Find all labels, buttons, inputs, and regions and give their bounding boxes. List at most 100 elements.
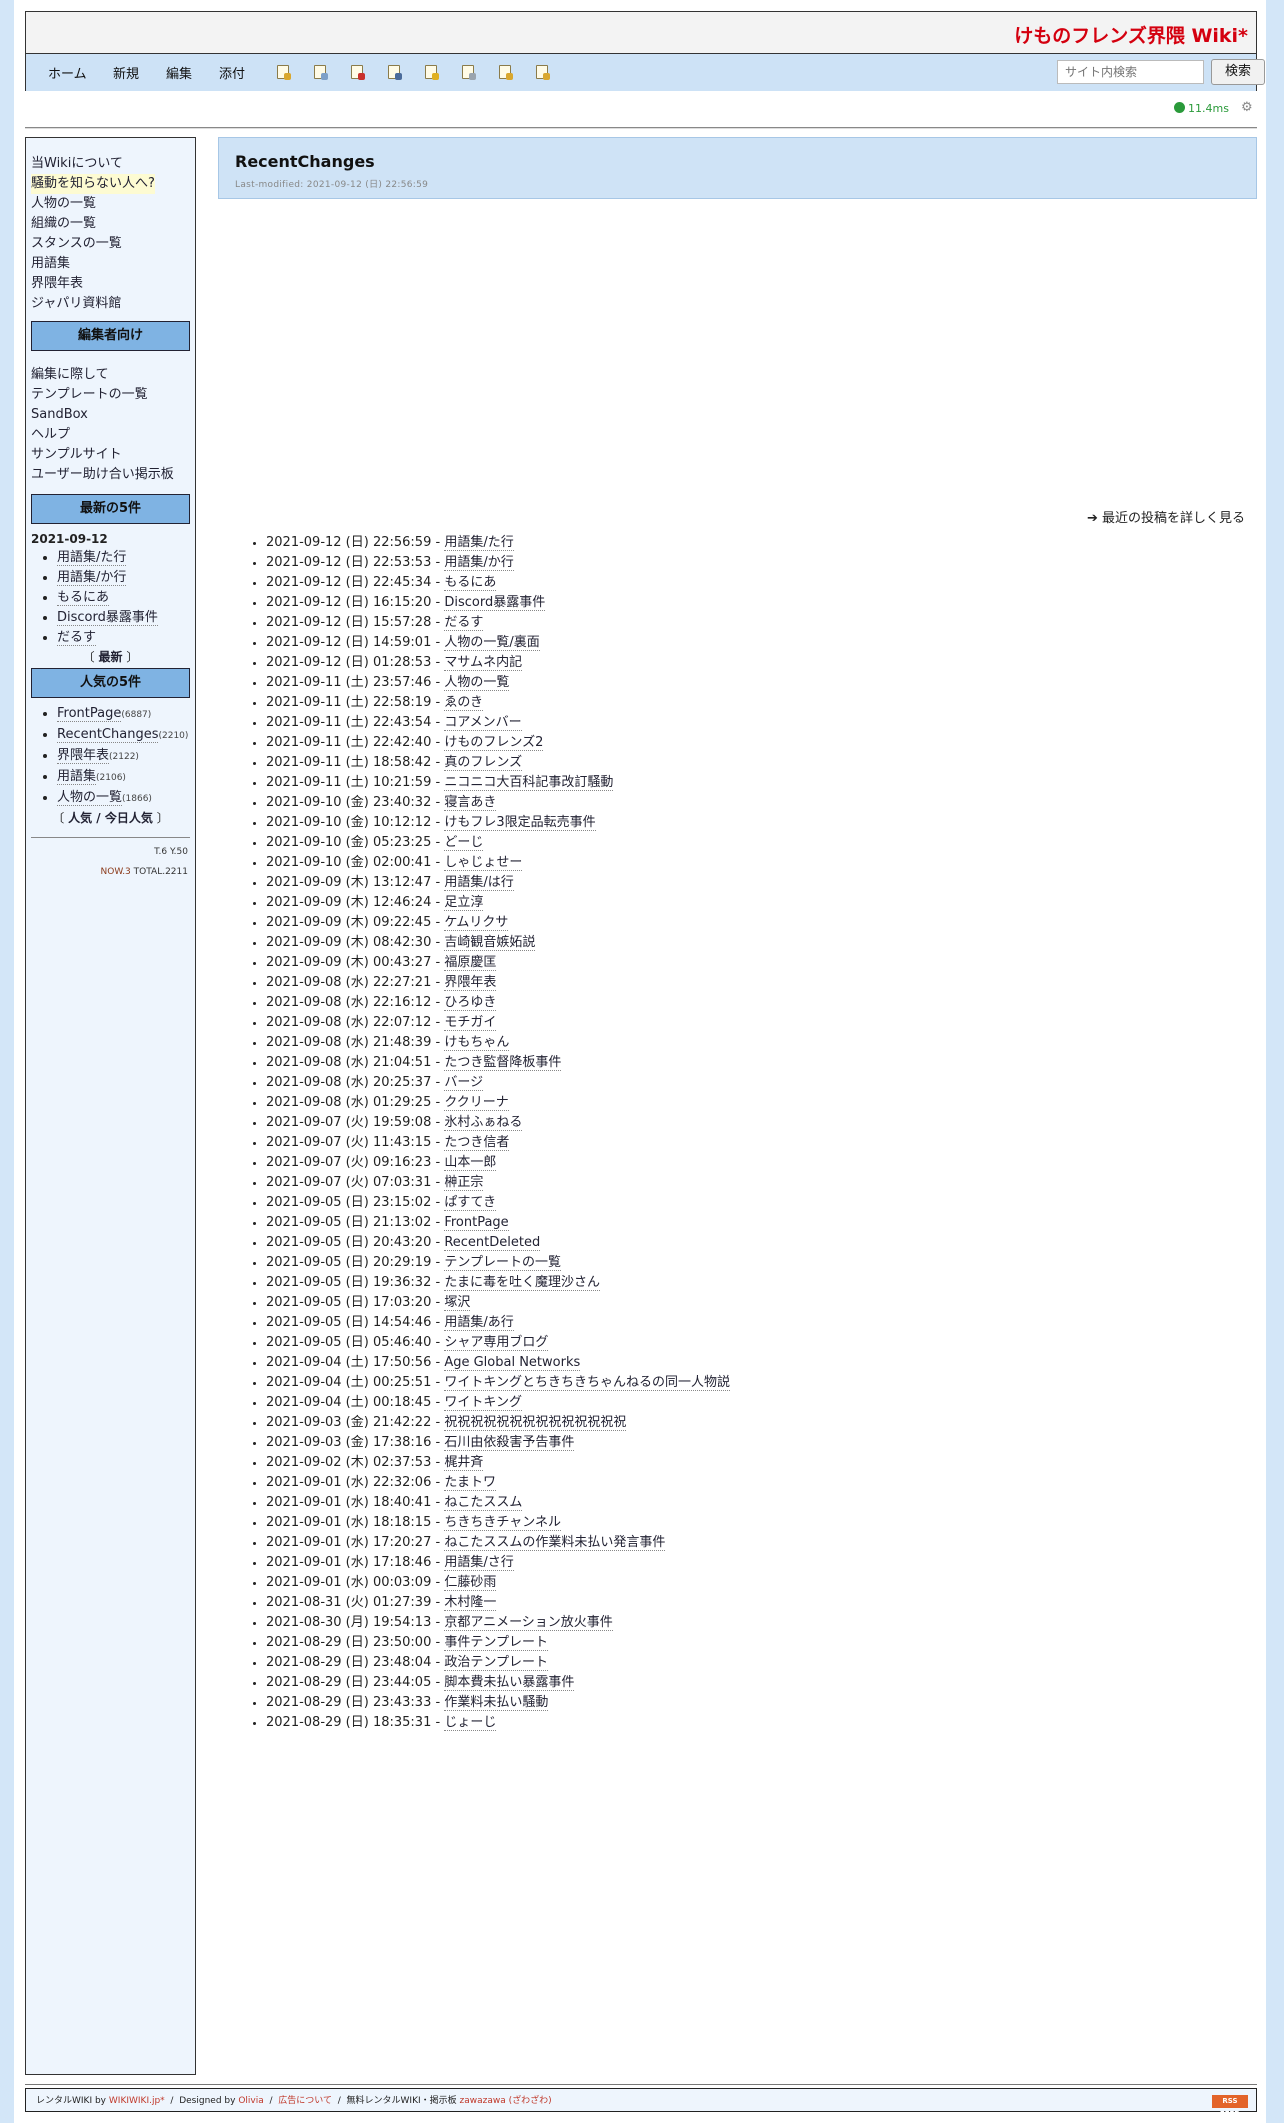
change-page-link[interactable]: 木村隆一 <box>444 1595 497 1611</box>
change-page-link[interactable]: たつき信者 <box>444 1135 510 1151</box>
change-page-link[interactable]: 榊正宗 <box>444 1175 484 1191</box>
recent-link[interactable]: 用語集/た行 <box>57 550 127 566</box>
list-icon[interactable] <box>462 65 476 80</box>
change-page-link[interactable]: ちきちきチャンネル <box>444 1515 561 1531</box>
change-page-link[interactable]: 京都アニメーション放火事件 <box>444 1615 613 1631</box>
help-page-icon[interactable] <box>536 65 550 80</box>
footer-ads-link[interactable]: 広告について <box>278 2096 332 2106</box>
sidebar-link-about[interactable]: 当Wikiについて <box>31 154 190 174</box>
change-page-link[interactable]: もるにあ <box>444 575 497 591</box>
recent-link[interactable]: だるす <box>57 630 97 646</box>
change-page-link[interactable]: RecentDeleted <box>444 1235 541 1251</box>
change-page-link[interactable]: モチガイ <box>444 1015 497 1031</box>
change-page-link[interactable]: 人物の一覧 <box>444 675 510 691</box>
footer-board-link[interactable]: zawazawa <box>460 2096 506 2106</box>
popular-link[interactable]: RecentChanges <box>57 727 159 743</box>
popular-link[interactable]: 界隈年表 <box>57 748 110 764</box>
change-page-link[interactable]: 作業料未払い騒動 <box>444 1695 549 1711</box>
new-page-icon[interactable] <box>277 65 291 80</box>
search-button[interactable]: 検索 <box>1211 59 1265 85</box>
backup-icon[interactable] <box>388 65 402 80</box>
sidebar-link-editing[interactable]: 編集に際して <box>31 365 190 385</box>
sidebar-link-templates[interactable]: テンプレートの一覧 <box>31 385 190 405</box>
sidebar-link-help[interactable]: ヘルプ <box>31 425 190 445</box>
change-page-link[interactable]: FrontPage <box>444 1215 509 1231</box>
change-page-link[interactable]: どーじ <box>444 835 484 851</box>
diff-icon[interactable] <box>351 65 365 80</box>
change-page-link[interactable]: 人物の一覧/裏面 <box>444 635 540 651</box>
recent-more-link[interactable]: 最新 <box>98 650 122 664</box>
change-page-link[interactable]: 政治テンプレート <box>444 1655 548 1671</box>
popular-more-link[interactable]: 人気 / 今日人気 <box>68 811 153 825</box>
change-page-link[interactable]: しゃじょせー <box>444 855 523 871</box>
sidebar-link-people[interactable]: 人物の一覧 <box>31 194 190 214</box>
change-page-link[interactable]: たまに毒を吐く魔理沙さん <box>444 1275 600 1291</box>
popular-link[interactable]: 用語集 <box>57 769 97 785</box>
change-page-link[interactable]: じょーじ <box>444 1715 497 1731</box>
change-page-link[interactable]: 塚沢 <box>444 1295 471 1311</box>
change-page-link[interactable]: 界隈年表 <box>444 975 497 991</box>
change-page-link[interactable]: 仁藤砂雨 <box>444 1575 497 1591</box>
change-page-link[interactable]: 脚本費未払い暴露事件 <box>444 1675 575 1691</box>
change-page-link[interactable]: けものフレンズ2 <box>444 735 544 751</box>
search-page-icon[interactable] <box>499 65 513 80</box>
change-page-link[interactable]: 氷村ふぁねる <box>444 1115 523 1131</box>
recent-link[interactable]: もるにあ <box>57 590 110 606</box>
change-page-link[interactable]: Age Global Networks <box>444 1355 581 1371</box>
change-page-link[interactable]: 事件テンプレート <box>444 1635 548 1651</box>
change-page-link[interactable]: 用語集/さ行 <box>444 1555 514 1571</box>
change-page-link[interactable]: 用語集/あ行 <box>444 1315 514 1331</box>
change-page-link[interactable]: ひろゆき <box>444 995 497 1011</box>
change-page-link[interactable]: マサムネ内記 <box>444 655 523 671</box>
change-page-link[interactable]: ねこたススムの作業料未払い発言事件 <box>444 1535 666 1551</box>
change-page-link[interactable]: ねこたススム <box>444 1495 523 1511</box>
menu-new[interactable]: 新規 <box>113 63 139 82</box>
menu-home[interactable]: ホーム <box>48 63 87 82</box>
popular-link[interactable]: FrontPage <box>57 706 122 722</box>
change-page-link[interactable]: けもフレ3限定品転売事件 <box>444 815 596 831</box>
popular-link[interactable]: 人物の一覧 <box>57 790 123 806</box>
site-title-link[interactable]: けものフレンズ界隈 Wiki* <box>1014 25 1248 47</box>
change-page-link[interactable]: 山本一郎 <box>444 1155 497 1171</box>
sidebar-link-timeline[interactable]: 界隈年表 <box>31 274 190 294</box>
change-page-link[interactable]: バージ <box>444 1075 484 1091</box>
gear-icon[interactable]: ⚙ <box>1241 100 1253 115</box>
recent-link[interactable]: Discord暴露事件 <box>57 610 158 626</box>
change-page-link[interactable]: だるす <box>444 615 484 631</box>
change-page-link[interactable]: 寝言あき <box>444 795 497 811</box>
change-page-link[interactable]: ククリーナ <box>444 1095 509 1111</box>
change-page-link[interactable]: 真のフレンズ <box>444 755 523 771</box>
recent-detail-link[interactable]: ➔ 最近の投稿を詳しく見る <box>1087 507 1245 526</box>
change-page-link[interactable]: 梶井斉 <box>444 1455 484 1471</box>
sidebar-link-sandbox[interactable]: SandBox <box>31 405 190 425</box>
lock-icon[interactable] <box>425 65 439 80</box>
change-page-link[interactable]: ぱすてき <box>444 1195 497 1211</box>
change-page-link[interactable]: テンプレートの一覧 <box>444 1255 561 1271</box>
footer-designer-link[interactable]: Olivia <box>238 2096 263 2106</box>
change-page-link[interactable]: 吉崎観音嫉妬説 <box>444 935 536 951</box>
change-page-link[interactable]: 足立淳 <box>444 895 484 911</box>
change-page-link[interactable]: コアメンバー <box>444 715 522 731</box>
sidebar-link-board[interactable]: ユーザー助け合い掲示板 <box>31 465 190 485</box>
change-page-link[interactable]: 用語集/は行 <box>444 875 514 891</box>
change-page-link[interactable]: 用語集/た行 <box>444 535 514 551</box>
change-page-link[interactable]: 用語集/か行 <box>444 555 514 571</box>
menu-attach[interactable]: 添付 <box>219 63 245 82</box>
change-page-link[interactable]: シャア専用ブログ <box>444 1335 549 1351</box>
change-page-link[interactable]: ゑのき <box>444 695 483 711</box>
sidebar-link-orgs[interactable]: 組織の一覧 <box>31 214 190 234</box>
search-input[interactable] <box>1057 60 1204 84</box>
change-page-link[interactable]: たまトワ <box>444 1475 496 1491</box>
change-page-link[interactable]: ワイトキング <box>444 1395 522 1411</box>
change-page-link[interactable]: ケムリクサ <box>444 915 509 931</box>
change-page-link[interactable]: 祝祝祝祝祝祝祝祝祝祝祝祝祝祝 <box>444 1415 627 1431</box>
sidebar-link-intro[interactable]: 騒動を知らない人へ? <box>31 174 155 194</box>
change-page-link[interactable]: 石川由依殺害予告事件 <box>444 1435 575 1451</box>
sidebar-link-sample[interactable]: サンプルサイト <box>31 445 190 465</box>
change-page-link[interactable]: ワイトキングとちきちきちゃんねるの同一人物説 <box>444 1375 730 1391</box>
sidebar-link-stances[interactable]: スタンスの一覧 <box>31 234 190 254</box>
change-page-link[interactable]: 福原慶匡 <box>444 955 497 971</box>
rss-feed-icon[interactable]: RSS FEED <box>1212 2095 1248 2118</box>
menu-edit[interactable]: 編集 <box>166 63 192 82</box>
change-page-link[interactable]: けもちゃん <box>444 1035 510 1051</box>
